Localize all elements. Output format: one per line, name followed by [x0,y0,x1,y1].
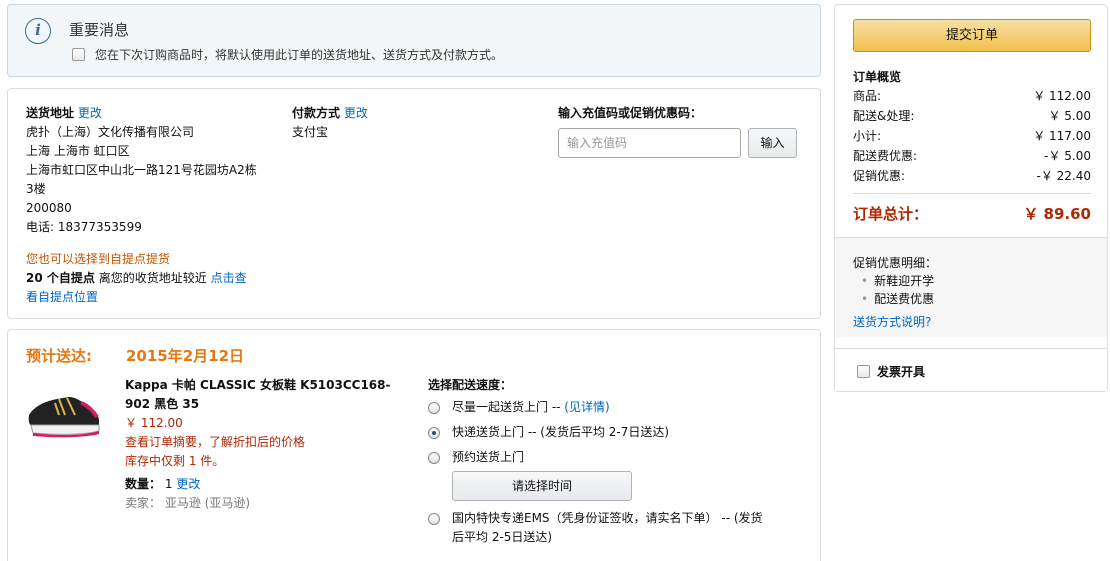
shipping-address: 送货地址 更改 虎扑（上海）文化传播有限公司 上海 上海市 虹口区 上海市虹口区… [26,104,281,237]
change-address-link[interactable]: 更改 [78,106,102,120]
pickup-near-text: 离您的收货地址较近 [98,271,207,285]
view-pickup-link[interactable]: 点击查 [211,271,247,285]
submit-order-button[interactable]: 提交订单 [853,19,1091,52]
summary-key: 促销优惠: [853,169,906,183]
delivery-speed-section: 选择配送速度： 尽量一起送货上门 -- (见详情) 快递送货上门 -- (发货后… [428,376,813,544]
promo-label: 输入充值码或促销优惠码： [558,106,703,120]
summary-key: 配送费优惠: [853,149,918,163]
address-line: 上海市虹口区中山北一路121号花园坊A2栋 [26,163,257,177]
invoice-section: 发票开具 [835,348,1107,391]
address-line: 上海 上海市 虹口区 [26,144,130,158]
promo-detail-section: 促销优惠明细： • 新鞋迎开学 • 配送费优惠 送货方式说明? [835,237,1107,337]
summary-row-items: 商品: ￥ 112.00 [853,87,1091,106]
summary-row-subtotal: 小计: ￥ 117.00 [853,127,1091,146]
delivery-option-label-cont: 后平均 2-5日送达) [452,530,553,544]
pickup-section: 您也可以选择到自提点提货 20 个自提点 离您的收货地址较近 点击查 看自提点位… [26,250,247,307]
save-defaults-checkbox[interactable] [72,48,85,61]
change-payment-link[interactable]: 更改 [344,106,368,120]
summary-row-promo-discount: 促销优惠: -￥ 22.40 [853,167,1091,186]
invoice-label: 发票开具 [877,365,926,379]
apply-promo-button[interactable]: 输入 [748,128,797,158]
product-title[interactable]: Kappa 卡帕 CLASSIC 女板鞋 K5103CC168-902 黑色 3… [125,376,400,414]
promo-code-input[interactable]: 输入充值码 [558,128,741,158]
summary-title: 订单概览 [853,70,902,84]
product-info: Kappa 卡帕 CLASSIC 女板鞋 K5103CC168-902 黑色 3… [125,376,400,513]
change-quantity-link[interactable]: 更改 [176,477,200,491]
invoice-checkbox[interactable] [857,365,870,378]
address-line: 3楼 [26,182,46,196]
promo-code-section: 输入充值码或促销优惠码： 输入充值码 输入 [558,104,797,158]
delivery-option-label: 预约送货上门 [452,450,525,464]
eta-date: 2015年2月12日 [126,347,245,365]
radio-button[interactable] [428,452,440,464]
summary-value: -￥ 22.40 [1036,169,1092,183]
radio-button-selected[interactable] [428,427,440,439]
pickup-hint: 您也可以选择到自提点提货 [26,252,171,266]
radio-button[interactable] [428,513,440,525]
save-defaults-text: 您在下次订购商品时，将默认使用此订单的送货地址、送货方式及付款方式。 [95,48,504,62]
summary-value: ￥ 5.00 [1048,109,1091,123]
radio-button[interactable] [428,402,440,414]
promo-item: 新鞋迎开学 [874,274,935,288]
stock-note: 库存中仅剩 1 件。 [125,454,225,468]
summary-key: 小计: [853,129,882,143]
shipping-address-label: 送货地址 [26,106,75,120]
summary-key: 配送&处理: [853,109,915,123]
promo-item: 配送费优惠 [874,292,935,306]
address-line: 200080 [26,201,72,215]
delivery-option-label: 快递送货上门 -- (发货后平均 2-7日送达) [452,425,670,439]
discount-note: 查看订单摘要，了解折扣后的价格 [125,435,306,449]
payment-label: 付款方式 [292,106,341,120]
order-total-value: ￥ 89.60 [1023,205,1091,223]
payment-value: 支付宝 [292,125,329,139]
seller-value: 亚马逊 (亚马逊) [164,496,251,510]
shipment-box: 预计送达: 2015年2月12日 Kappa 卡帕 CLASSIC 女板鞋 K5… [7,329,821,561]
notice-box: i 重要消息 您在下次订购商品时，将默认使用此订单的送货地址、送货方式及付款方式… [7,4,821,77]
product-image[interactable] [25,385,103,441]
bullet-icon: • [861,292,869,306]
divider [853,193,1091,194]
summary-key: 商品: [853,89,882,103]
summary-row-shipping: 配送&处理: ￥ 5.00 [853,107,1091,126]
address-phone: 电话: 18377353599 [26,220,142,234]
choose-time-button[interactable]: 请选择时间 [452,471,632,501]
quantity-value: 1 [164,477,173,491]
view-pickup-location-link[interactable]: 看自提点位置 [26,290,98,304]
bullet-icon: • [861,274,869,288]
info-icon: i [25,18,51,44]
summary-value: ￥ 117.00 [1033,129,1091,143]
delivery-option-label: 国内特快专递EMS（凭身份证签收，请实名下单） -- (发货 [452,511,763,525]
eta-label: 预计送达: [26,347,92,365]
order-total: 订单总计： ￥ 89.60 [853,203,1091,224]
order-summary-box: 提交订单 订单概览 商品: ￥ 112.00 配送&处理: ￥ 5.00 小计:… [834,4,1108,392]
summary-value: ￥ 112.00 [1033,89,1091,103]
summary-row-shipping-discount: 配送费优惠: -￥ 5.00 [853,147,1091,166]
product-price: ￥ 112.00 [125,416,183,430]
pickup-count: 20 个自提点 [26,271,95,285]
delivery-option-label: 尽量一起送货上门 -- [452,400,565,414]
quantity-label: 数量： [125,477,162,491]
order-details-box: 送货地址 更改 虎扑（上海）文化传播有限公司 上海 上海市 虹口区 上海市虹口区… [7,88,821,319]
summary-value: -￥ 5.00 [1044,149,1091,163]
delivery-details-link[interactable]: (见详情) [564,400,609,414]
delivery-speed-label: 选择配送速度： [428,378,513,392]
payment-method: 付款方式 更改 支付宝 [292,104,368,142]
order-total-label: 订单总计： [853,205,929,223]
seller-label: 卖家： [125,496,162,510]
address-line: 虎扑（上海）文化传播有限公司 [26,125,195,139]
notice-title: 重要消息 [69,21,130,39]
promo-detail-title: 促销优惠明细： [853,256,938,270]
shipping-help-link[interactable]: 送货方式说明? [853,315,931,329]
